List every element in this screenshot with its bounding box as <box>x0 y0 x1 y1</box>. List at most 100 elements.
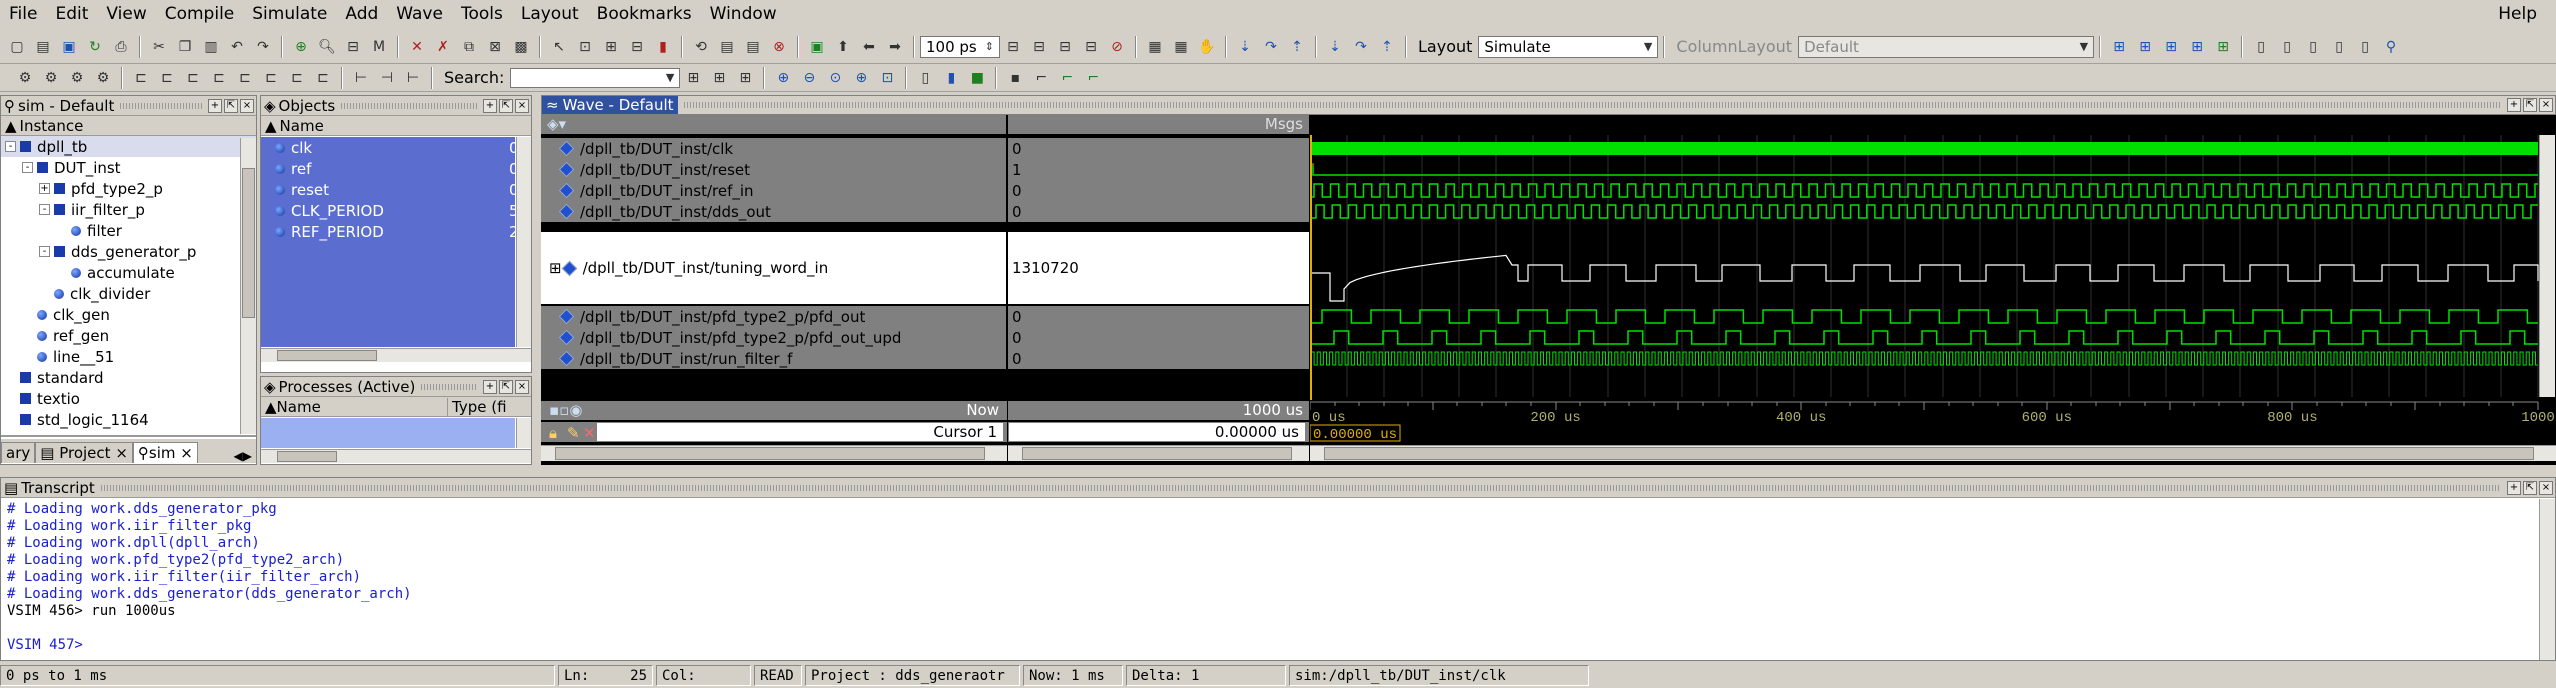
zoom-full-icon[interactable]: ⊙ <box>824 67 846 89</box>
processes-type-header[interactable]: Type (fi <box>447 397 507 416</box>
arrow-right-icon[interactable]: ↷ <box>1260 36 1282 58</box>
tab-sim[interactable]: ⚲sim × <box>132 442 198 463</box>
edge-3-icon[interactable]: ⊏ <box>182 67 204 89</box>
tree-item[interactable]: + pfd_type2_p <box>1 178 256 199</box>
view-3-icon[interactable]: ■ <box>966 67 988 89</box>
edge-8-icon[interactable]: ⊏ <box>312 67 334 89</box>
processes-vscroll[interactable] <box>516 418 531 448</box>
object-row[interactable]: REF_PERIOD 2 <box>261 221 519 242</box>
objects-hscroll[interactable] <box>261 348 531 362</box>
wave-hscroll[interactable] <box>1310 445 2556 461</box>
wave-signal-row[interactable]: /dpll_tb/DUT_inst/pfd_type2_p/pfd_out_up… <box>541 327 1007 348</box>
close-icon[interactable]: × <box>115 444 128 462</box>
scroll-thumb[interactable] <box>277 451 337 462</box>
tree-item[interactable]: standard <box>1 367 256 388</box>
scroll-thumb[interactable] <box>555 447 985 460</box>
step-into-icon[interactable]: ▦ <box>1144 36 1166 58</box>
collapse-icon[interactable]: - <box>39 246 50 257</box>
object-row[interactable]: CLK_PERIOD 5 <box>261 200 519 221</box>
break-run-icon[interactable]: ⊟ <box>1080 36 1102 58</box>
drag-grip[interactable] <box>100 484 2501 491</box>
sim-vscroll[interactable] <box>240 138 256 434</box>
cursor-delete-icon[interactable]: ✕ <box>583 424 596 442</box>
scroll-thumb[interactable] <box>1022 447 1292 460</box>
waveform-canvas[interactable] <box>1310 115 2556 417</box>
chevron-down-icon[interactable]: ▼ <box>2080 40 2088 53</box>
layout-select[interactable]: Simulate ▼ <box>1478 35 1659 58</box>
wave-tool-1-icon[interactable]: ⊞ <box>2108 36 2130 58</box>
chevron-down-icon[interactable]: ▼ <box>1644 40 1652 53</box>
zoom-in-icon[interactable]: ⊕ <box>772 67 794 89</box>
search-prev-icon[interactable]: ⊞ <box>708 67 730 89</box>
collapse-icon[interactable]: ⊟ <box>342 36 364 58</box>
instance-column-header[interactable]: ▲ Instance <box>1 116 256 136</box>
wave-tool-4-icon[interactable]: ⊞ <box>2186 36 2208 58</box>
tree-item[interactable]: clk_gen <box>1 304 256 325</box>
menu-window[interactable]: Window <box>701 0 786 28</box>
continue-icon[interactable]: ▤ <box>742 36 764 58</box>
format-4-icon[interactable]: ▯ <box>2328 36 2350 58</box>
run-length-input[interactable]: 100 ps ⇕ <box>920 35 1000 58</box>
tab-project[interactable]: ▤ Project × <box>35 442 133 463</box>
menu-wave[interactable]: Wave <box>387 0 452 28</box>
cursor-3-icon[interactable]: ⊢ <box>402 67 424 89</box>
reload-icon[interactable]: ↻ <box>84 36 106 58</box>
menu-tools[interactable]: Tools <box>452 0 512 28</box>
zoom-cursor-icon[interactable]: ⊕ <box>850 67 872 89</box>
tree-item[interactable]: filter <box>1 220 256 241</box>
names-hscroll[interactable] <box>541 445 1007 461</box>
dock-icon[interactable]: + <box>483 379 497 394</box>
redo-icon[interactable]: ↷ <box>252 36 274 58</box>
run-step-icon[interactable]: ⊟ <box>1002 36 1024 58</box>
tab-scroll-left-icon[interactable]: ◀ <box>234 449 243 463</box>
zoom-mode-icon[interactable]: ⊡ <box>574 36 596 58</box>
tree-item[interactable]: - dpll_tb <box>1 136 256 157</box>
scroll-thumb[interactable] <box>1324 447 2534 460</box>
cursor-edit-icon[interactable]: ✎ <box>567 424 580 442</box>
sim-tool-3-icon[interactable]: ⚙ <box>66 67 88 89</box>
print-icon[interactable]: ⎙ <box>110 36 132 58</box>
sim-tool-2-icon[interactable]: ⚙ <box>40 67 62 89</box>
cut-wave-icon[interactable]: ✗ <box>432 36 454 58</box>
wave-filter-icon[interactable]: ◈▾ <box>547 115 566 133</box>
breakpoint-icon[interactable]: ▮ <box>652 36 674 58</box>
stop-icon[interactable]: ⊗ <box>768 36 790 58</box>
step-icon[interactable]: ⇣ <box>1324 36 1346 58</box>
wave-tool-5-icon[interactable]: ⊞ <box>2212 36 2234 58</box>
search-next-icon[interactable]: ⊞ <box>734 67 756 89</box>
restart-icon[interactable]: ⟲ <box>690 36 712 58</box>
cursor-1-icon[interactable]: ⊢ <box>350 67 372 89</box>
tree-item[interactable]: textio <box>1 388 256 409</box>
search-input[interactable]: ▼ <box>510 67 681 88</box>
undock-icon[interactable]: ⇱ <box>2523 98 2537 112</box>
scroll-thumb[interactable] <box>277 350 377 361</box>
edit-mode-icon[interactable]: ⊞ <box>600 36 622 58</box>
close-icon[interactable]: × <box>515 379 529 394</box>
cut-icon[interactable]: ✂ <box>148 36 170 58</box>
object-row[interactable]: clk 0 <box>261 137 519 158</box>
save-icon[interactable]: ▣ <box>58 36 80 58</box>
run-all-icon[interactable]: ⊟ <box>1054 36 1076 58</box>
scroll-thumb[interactable] <box>242 168 255 318</box>
object-row[interactable]: reset 0 <box>261 179 519 200</box>
tab-scroll-right-icon[interactable]: ▶ <box>243 449 252 463</box>
close-icon[interactable]: × <box>180 444 193 462</box>
menu-view[interactable]: View <box>97 0 155 28</box>
step-out-icon[interactable]: ✋ <box>1196 36 1218 58</box>
close-icon[interactable]: × <box>515 98 529 113</box>
menu-layout[interactable]: Layout <box>512 0 588 28</box>
memory-icon[interactable]: Ⅿ <box>368 36 390 58</box>
tree-item[interactable]: ref_gen <box>1 325 256 346</box>
dock-icon[interactable]: + <box>2507 98 2521 112</box>
format-1-icon[interactable]: ▯ <box>2250 36 2272 58</box>
signal-4-icon[interactable]: ⌐ <box>1082 67 1104 89</box>
processes-name-header[interactable]: ▲Name <box>265 398 447 416</box>
wave-signal-row[interactable]: /dpll_tb/DUT_inst/reset <box>541 159 1007 180</box>
cursor-name-field[interactable]: Cursor 1 <box>597 423 1003 441</box>
wave-vscroll[interactable] <box>2539 135 2555 397</box>
undock-icon[interactable]: ⇱ <box>499 98 513 113</box>
new-file-icon[interactable]: ▢ <box>6 36 28 58</box>
edge-5-icon[interactable]: ⊏ <box>234 67 256 89</box>
edge-7-icon[interactable]: ⊏ <box>286 67 308 89</box>
edge-1-icon[interactable]: ⊏ <box>130 67 152 89</box>
